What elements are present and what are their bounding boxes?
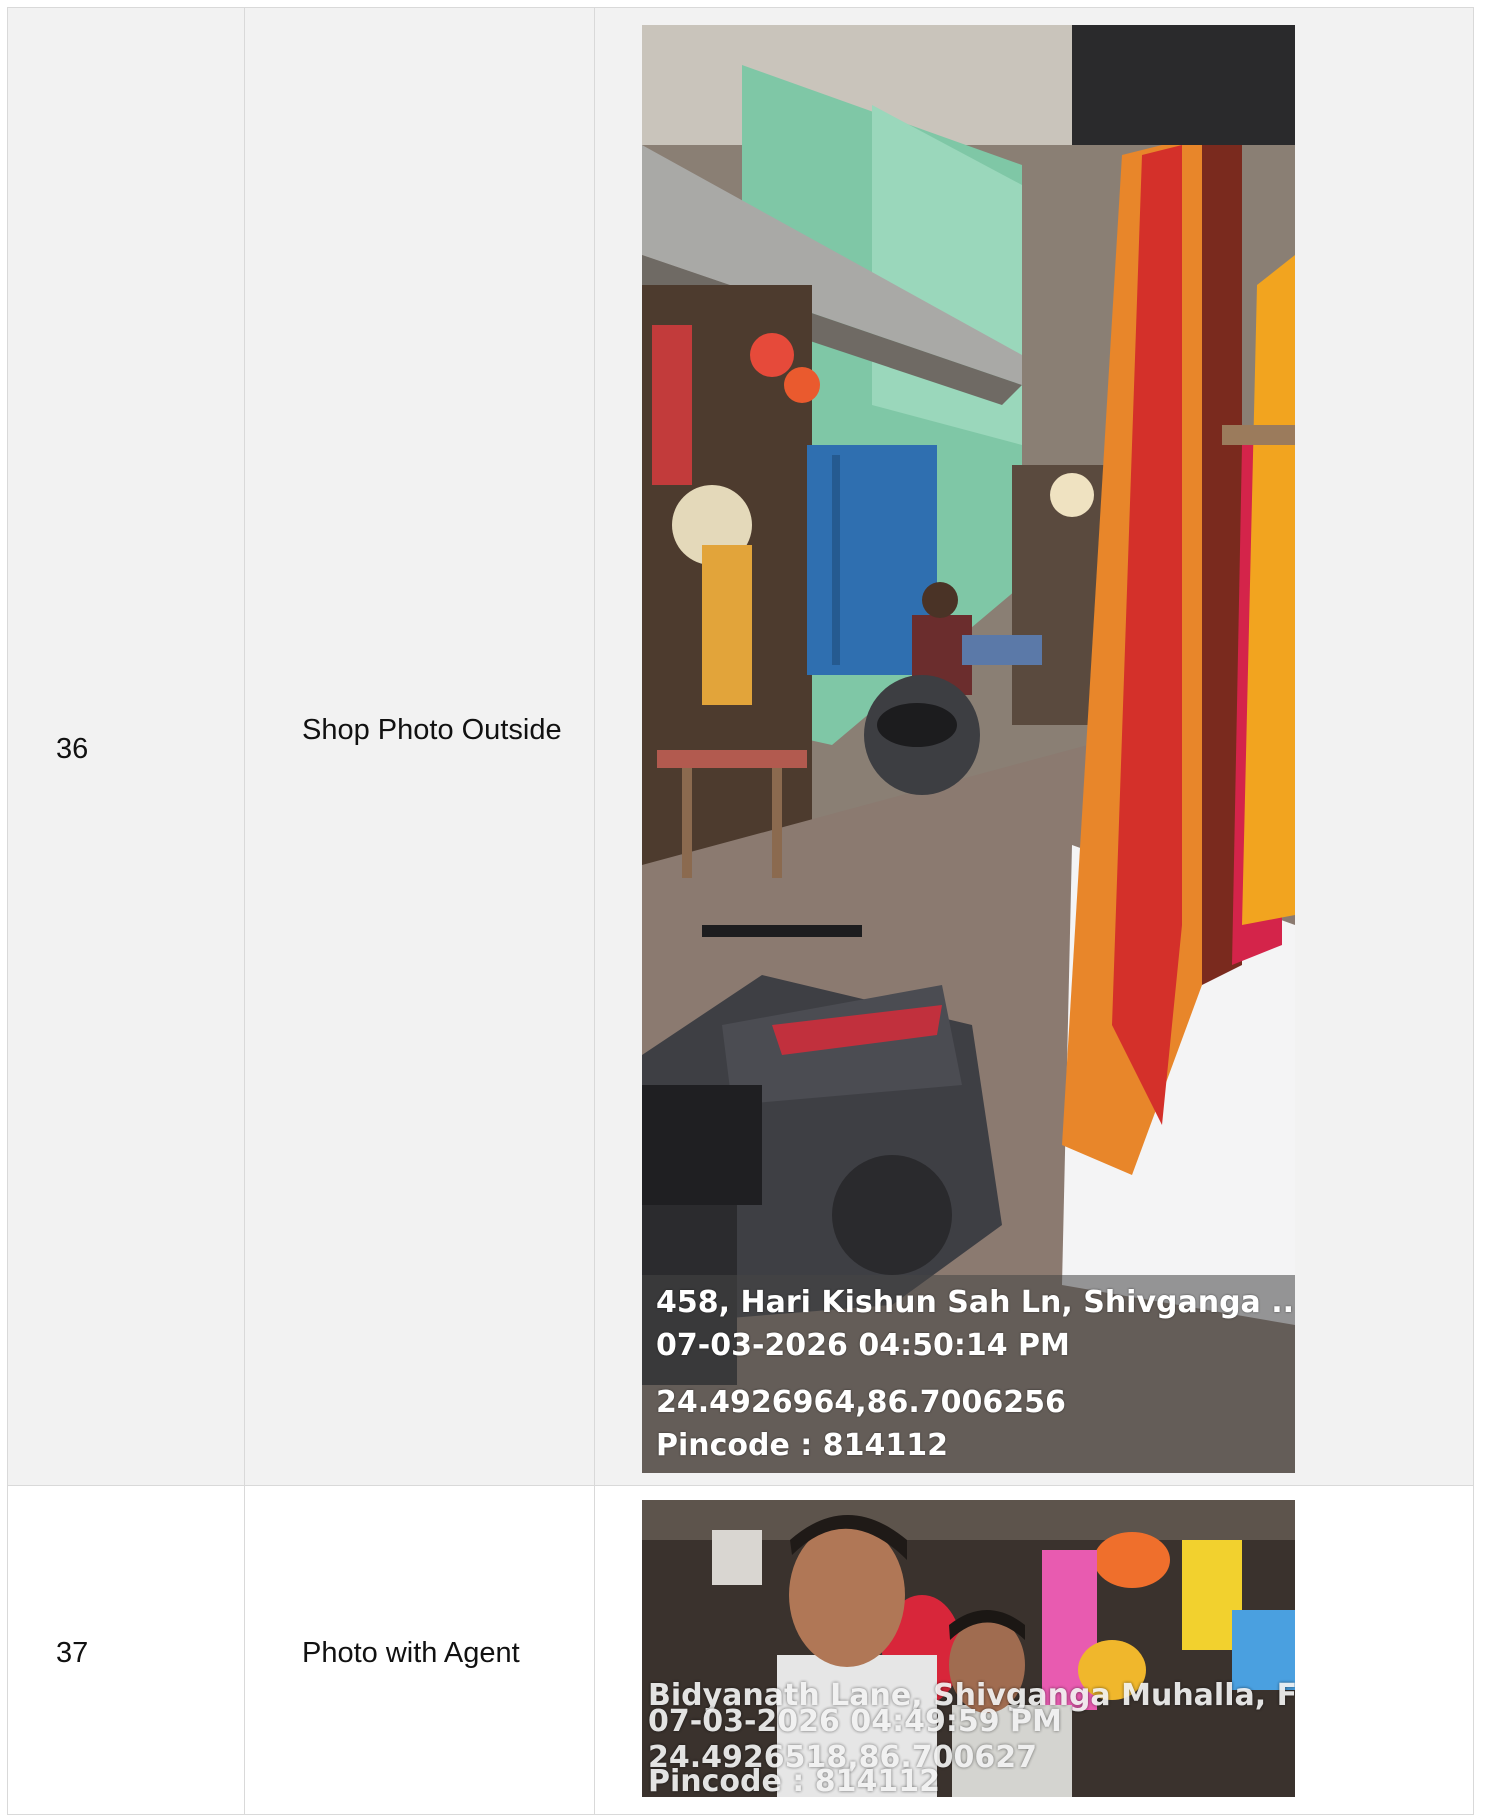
stamp-pincode: Pincode : 814112: [656, 1428, 948, 1463]
shop-outside-photo: 458, Hari Kishun Sah Ln, Shivganga ... 0…: [642, 25, 1295, 1473]
stamp-datetime: 07-03-2026 04:49:59 PM: [648, 1704, 1062, 1739]
serial-number: 37: [56, 1637, 89, 1669]
stamp-address: 458, Hari Kishun Sah Ln, Shivganga ...: [656, 1285, 1295, 1320]
stamp-coordinates: 24.4926964,86.7006256: [656, 1385, 1066, 1420]
stamp-pincode: Pincode : 814112: [648, 1764, 940, 1797]
agent-photo: Bidyanath Lane, Shivganga Muhalla, FPV2+…: [642, 1500, 1295, 1797]
label-cell: Photo with Agent: [244, 1485, 595, 1815]
photo-label: Shop Photo Outside: [302, 714, 562, 746]
serial-cell: 36: [7, 7, 245, 1486]
serial-cell: 37: [7, 1485, 245, 1815]
geo-stamp-panel: 458, Hari Kishun Sah Ln, Shivganga ... 0…: [642, 1275, 1295, 1473]
photo-label: Photo with Agent: [302, 1637, 520, 1669]
stamp-datetime: 07-03-2026 04:50:14 PM: [656, 1328, 1070, 1363]
serial-number: 36: [56, 733, 89, 765]
label-cell: Shop Photo Outside: [244, 7, 595, 1486]
market-lane-image: [642, 25, 1295, 1473]
